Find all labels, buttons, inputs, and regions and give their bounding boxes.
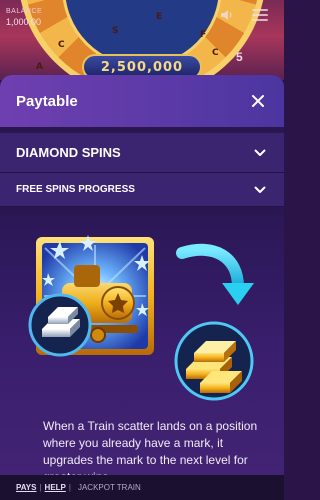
section-diamond-spins[interactable]: DIAMOND SPINS	[0, 133, 284, 173]
wheel-letter: C	[212, 48, 219, 58]
section-label: FREE SPINS PROGRESS	[16, 184, 135, 195]
gold-bars-icon	[174, 321, 254, 401]
game-name: JACKPOT TRAIN	[77, 483, 141, 492]
corner-amount: 5	[236, 50, 243, 64]
chevron-down-icon	[254, 149, 266, 156]
paytable-modal: Paytable DIAMOND SPINS FREE SPINS PROGRE…	[0, 75, 284, 475]
upgrade-arrow-icon	[176, 243, 254, 305]
close-icon[interactable]	[250, 93, 266, 109]
modal-header: Paytable	[0, 75, 284, 127]
upgrade-illustration	[28, 235, 254, 401]
wheel-letter: E	[156, 12, 163, 22]
help-link[interactable]: HELP	[45, 483, 66, 492]
silver-bars-icon	[28, 293, 92, 357]
section-free-spins-progress[interactable]: FREE SPINS PROGRESS	[0, 173, 284, 207]
footer-separator: |	[68, 483, 71, 492]
menu-icon[interactable]	[252, 9, 268, 21]
section-description: When a Train scatter lands on a position…	[43, 419, 258, 475]
game-background: A C S F C E 2,500,000 BALANCE 1,000.00 5	[0, 0, 284, 80]
wheel-letter: A	[36, 62, 43, 72]
wheel-letter: S	[112, 26, 119, 36]
modal-title: Paytable	[16, 92, 78, 110]
balance-value: 1,000.00	[6, 17, 42, 27]
chevron-down-icon	[254, 186, 266, 193]
balance-label: BALANCE	[6, 8, 43, 15]
wheel-letter: F	[200, 30, 207, 40]
wheel-letter: C	[58, 40, 65, 50]
speaker-icon[interactable]	[220, 8, 234, 22]
footer-bar: PAYS | HELP | JACKPOT TRAIN	[0, 475, 284, 500]
section-label: DIAMOND SPINS	[16, 145, 121, 160]
section-content: When a Train scatter lands on a position…	[0, 213, 284, 475]
footer-separator: |	[39, 483, 42, 492]
pays-link[interactable]: PAYS	[16, 483, 36, 492]
